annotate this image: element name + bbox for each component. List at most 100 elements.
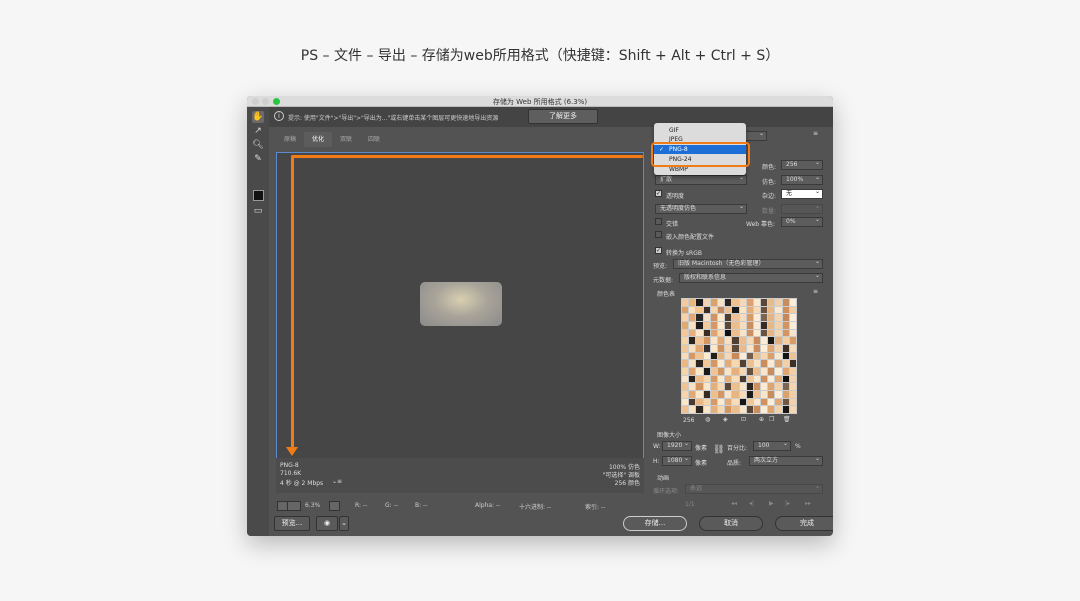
color-table-swatch[interactable] <box>775 321 782 329</box>
color-table-swatch[interactable] <box>739 352 746 360</box>
dither-amount-select[interactable]: 100% <box>781 174 823 185</box>
color-table-swatch[interactable] <box>739 398 746 406</box>
color-table-swatch[interactable] <box>761 406 768 413</box>
color-table-swatch[interactable] <box>782 314 789 321</box>
color-table-swatch[interactable] <box>710 367 717 375</box>
color-table-swatch[interactable] <box>768 367 775 375</box>
color-table-swatch[interactable] <box>746 344 753 352</box>
color-table-swatch[interactable] <box>782 321 789 329</box>
color-table-swatch[interactable] <box>725 352 732 360</box>
color-table-swatch[interactable] <box>761 375 768 383</box>
color-table-swatch[interactable] <box>739 383 746 390</box>
cancel-button[interactable]: 取消 <box>699 516 763 531</box>
color-table-swatch[interactable] <box>739 390 746 398</box>
panel-menu-icon[interactable]: ≡ <box>813 130 818 137</box>
color-table-swatch[interactable] <box>789 314 796 321</box>
color-table-swatch[interactable] <box>761 329 768 337</box>
color-table-swatch[interactable] <box>682 390 689 398</box>
slice-select-tool-icon[interactable]: ↗ <box>252 125 264 137</box>
color-table-swatch[interactable] <box>717 383 725 390</box>
info-color-icon[interactable]: ⊕ <box>759 416 764 423</box>
done-button[interactable]: 完成 <box>775 516 833 531</box>
color-table-swatch[interactable] <box>775 352 782 360</box>
color-table-swatch[interactable] <box>703 314 710 321</box>
color-table-swatch[interactable] <box>696 367 703 375</box>
color-table-swatch[interactable] <box>782 337 789 344</box>
color-table-swatch[interactable] <box>682 321 689 329</box>
color-table-swatch[interactable] <box>761 314 768 321</box>
color-table-swatch[interactable] <box>746 406 753 413</box>
color-table-swatch[interactable] <box>768 375 775 383</box>
color-table-swatch[interactable] <box>689 352 696 360</box>
color-table-swatch[interactable] <box>732 337 739 344</box>
color-table-swatch[interactable] <box>775 367 782 375</box>
color-table-swatch[interactable] <box>775 375 782 383</box>
color-table-swatch[interactable] <box>746 321 753 329</box>
color-table-swatch[interactable] <box>696 390 703 398</box>
color-table-swatch[interactable] <box>725 329 732 337</box>
color-table-swatch[interactable] <box>753 321 761 329</box>
color-table-swatch[interactable] <box>789 306 796 314</box>
color-table-swatch[interactable] <box>746 375 753 383</box>
lock-color-icon[interactable]: ⊡ <box>741 416 746 423</box>
color-table-swatch[interactable] <box>732 344 739 352</box>
color-table-swatch[interactable] <box>732 383 739 390</box>
color-table-swatch[interactable] <box>696 344 703 352</box>
color-table-swatch[interactable] <box>710 306 717 314</box>
color-table-swatch[interactable] <box>689 375 696 383</box>
color-table-swatch[interactable] <box>703 299 710 306</box>
color-table-swatch[interactable] <box>717 299 725 306</box>
color-table-swatch[interactable] <box>696 329 703 337</box>
color-table-swatch[interactable] <box>696 352 703 360</box>
color-table-swatch[interactable] <box>746 299 753 306</box>
color-table-swatch[interactable] <box>782 383 789 390</box>
color-table-swatch[interactable] <box>782 344 789 352</box>
color-table-swatch[interactable] <box>682 306 689 314</box>
color-table-swatch[interactable] <box>703 406 710 413</box>
color-table-swatch[interactable] <box>696 360 703 367</box>
color-table-swatch[interactable] <box>682 337 689 344</box>
percent-input[interactable]: 100 <box>753 440 791 451</box>
color-table-swatch[interactable] <box>753 344 761 352</box>
zoom-dropdown-icon[interactable] <box>329 501 340 511</box>
color-table-swatch[interactable] <box>703 367 710 375</box>
color-table-swatch[interactable] <box>696 306 703 314</box>
new-color-icon[interactable]: ❐ <box>769 416 774 423</box>
color-table-swatch[interactable] <box>768 383 775 390</box>
color-table-swatch[interactable] <box>753 375 761 383</box>
color-table-swatch[interactable] <box>739 375 746 383</box>
color-table-swatch[interactable] <box>717 360 725 367</box>
color-table-swatch[interactable] <box>739 344 746 352</box>
color-table-swatch[interactable] <box>717 367 725 375</box>
color-table-swatch[interactable] <box>753 337 761 344</box>
color-table-swatch[interactable] <box>761 398 768 406</box>
color-table-swatch[interactable] <box>732 390 739 398</box>
color-table-swatch[interactable] <box>725 299 732 306</box>
matte-select[interactable]: 无 <box>781 188 823 199</box>
zoom-level[interactable]: 6.3% <box>305 502 320 509</box>
color-table-swatch[interactable] <box>703 337 710 344</box>
color-table-swatch[interactable] <box>739 299 746 306</box>
color-table-swatch[interactable] <box>775 398 782 406</box>
color-table-swatch[interactable] <box>725 367 732 375</box>
preview-canvas[interactable] <box>276 152 644 493</box>
color-table-swatch[interactable] <box>725 390 732 398</box>
color-table-swatch[interactable] <box>689 344 696 352</box>
color-table-swatch[interactable] <box>753 329 761 337</box>
colors-select[interactable]: 256 <box>781 159 823 170</box>
color-table-swatch[interactable] <box>746 352 753 360</box>
color-table-swatch[interactable] <box>789 383 796 390</box>
color-table-swatch[interactable] <box>703 329 710 337</box>
color-table-swatch[interactable] <box>782 360 789 367</box>
color-table-swatch[interactable] <box>732 375 739 383</box>
color-table-swatch[interactable] <box>753 352 761 360</box>
color-table-swatch[interactable] <box>761 360 768 367</box>
color-table-swatch[interactable] <box>717 337 725 344</box>
color-table-swatch[interactable] <box>710 360 717 367</box>
color-table-swatch[interactable] <box>789 344 796 352</box>
color-table-swatch[interactable] <box>682 383 689 390</box>
color-table-swatch[interactable] <box>689 360 696 367</box>
color-table-swatch[interactable] <box>768 406 775 413</box>
color-table-swatch[interactable] <box>789 398 796 406</box>
color-table-swatch[interactable] <box>696 321 703 329</box>
